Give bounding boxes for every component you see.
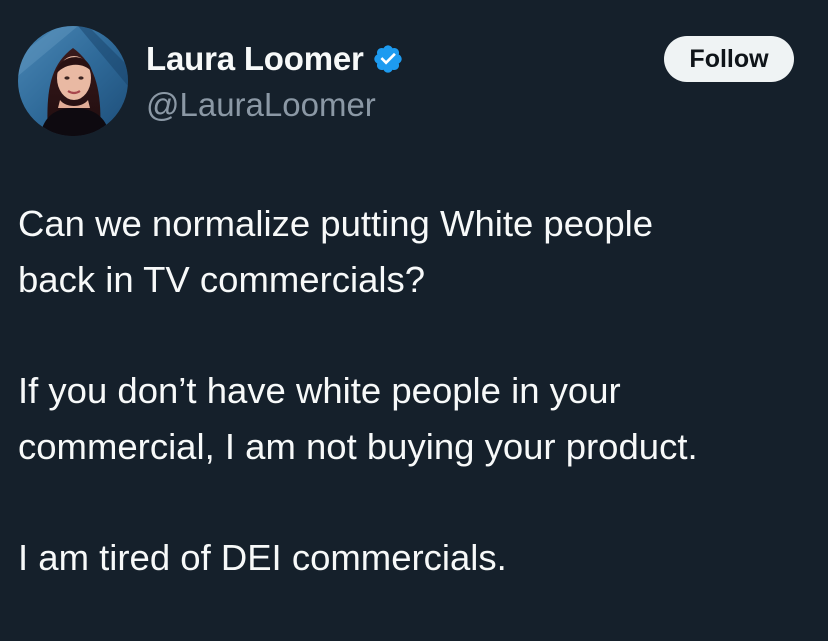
follow-button[interactable]: Follow xyxy=(664,36,794,82)
verified-badge-icon xyxy=(372,43,404,75)
tweet-line: I am tired of DEI commercials. xyxy=(18,537,507,578)
tweet-line: back in TV commercials? xyxy=(18,259,426,300)
tweet-card: Laura Loomer @LauraLoomer Follow Can we … xyxy=(0,0,828,630)
display-name[interactable]: Laura Loomer xyxy=(146,40,364,78)
tweet-text: Can we normalize putting White people ba… xyxy=(18,196,818,641)
tweet-paragraph: Can we normalize putting White people ba… xyxy=(18,196,818,308)
name-row: Laura Loomer xyxy=(146,36,404,82)
user-handle[interactable]: @LauraLoomer xyxy=(146,86,404,124)
tweet-line: Can we normalize putting White people xyxy=(18,203,654,244)
tweet-line: commercial, I am not buying your product… xyxy=(18,426,698,467)
tweet-line: If you don’t have white people in your xyxy=(18,370,621,411)
tweet-paragraph: If you don’t have white people in your c… xyxy=(18,363,818,475)
author-info: Laura Loomer @LauraLoomer xyxy=(146,36,404,124)
avatar[interactable] xyxy=(18,26,128,136)
profile-photo-icon xyxy=(18,26,128,136)
tweet-paragraph: I am tired of DEI commercials. xyxy=(18,530,818,586)
